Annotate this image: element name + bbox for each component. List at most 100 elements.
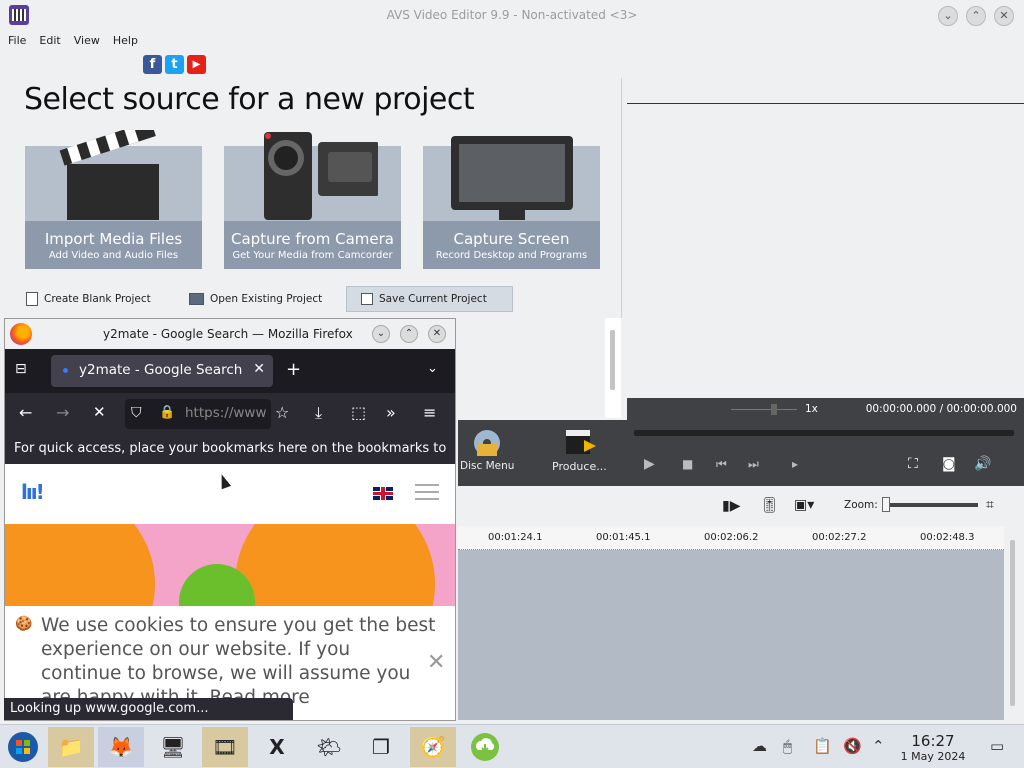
facebook-icon[interactable]: f bbox=[143, 55, 162, 74]
ruler-tick-label: 00:02:06.2 bbox=[704, 532, 759, 543]
downloads-icon[interactable]: ⤓ bbox=[315, 403, 322, 423]
cookie-close-icon[interactable]: ✕ bbox=[427, 650, 445, 675]
import-media-card[interactable]: Import Media Files Add Video and Audio F… bbox=[25, 130, 202, 269]
tray-expand-chevron-icon[interactable]: ⌃ bbox=[872, 737, 885, 755]
maximize-button[interactable]: ⌃ bbox=[966, 6, 986, 26]
firefox-minimize-button[interactable]: ⌄ bbox=[372, 325, 390, 343]
fullscreen-icon[interactable]: ⛶ bbox=[908, 456, 918, 472]
produce-label[interactable]: Produce... bbox=[552, 460, 607, 473]
youtube-icon[interactable]: ▶ bbox=[187, 55, 206, 74]
url-bar[interactable]: ⛉ 🔒 https://www bbox=[125, 399, 271, 429]
timeline-scrollbar[interactable] bbox=[1004, 526, 1022, 722]
avs-editor-taskbar[interactable]: 🎞 bbox=[202, 727, 248, 767]
menu-help[interactable]: Help bbox=[113, 34, 138, 52]
card-title: Capture from Camera bbox=[231, 230, 394, 248]
open-existing-project-button[interactable]: Open Existing Project bbox=[171, 286, 330, 312]
cloud-sync-taskbar[interactable] bbox=[462, 727, 508, 767]
tab-list-chevron-icon[interactable]: ⌄ bbox=[427, 361, 438, 376]
disc-menu-icon[interactable] bbox=[472, 428, 502, 458]
file-manager-taskbar[interactable]: 📁 bbox=[48, 727, 94, 767]
card-subtitle: Record Desktop and Programs bbox=[435, 250, 588, 261]
disc-menu-label[interactable]: Disc Menu bbox=[460, 460, 514, 472]
capture-screen-card[interactable]: Capture Screen Record Desktop and Progra… bbox=[423, 136, 600, 269]
ruler-tick-label: 00:01:24.1 bbox=[488, 532, 543, 543]
storyboard-toggle-icon[interactable]: ▮▶ bbox=[722, 498, 740, 514]
timeline-track-area[interactable] bbox=[458, 550, 1004, 720]
menu-edit[interactable]: Edit bbox=[39, 34, 60, 52]
compass-taskbar[interactable]: 🧭 bbox=[410, 727, 456, 767]
overflow-chevron-icon[interactable]: » bbox=[386, 403, 396, 422]
aspect-ratio-icon[interactable]: ▣▾ bbox=[794, 497, 814, 513]
extensions-icon[interactable]: ⬚ bbox=[351, 403, 366, 422]
shield-icon[interactable]: ⛉ bbox=[131, 405, 142, 421]
fit-timeline-icon[interactable]: ⌗ bbox=[986, 497, 994, 513]
taskbar-clock[interactable]: 16:27 1 May 2024 bbox=[896, 732, 970, 763]
scroll-thumb[interactable] bbox=[610, 330, 615, 390]
timeline-ruler[interactable]: 00:01:24.1 00:01:45.1 00:02:06.2 00:02:2… bbox=[458, 526, 1004, 550]
create-blank-project-button[interactable]: Create Blank Project bbox=[8, 286, 159, 312]
tab-y2mate-search[interactable]: y2mate - Google Search ✕ bbox=[51, 355, 273, 387]
uk-flag-icon[interactable] bbox=[373, 487, 393, 500]
welcome-title: Select source for a new project bbox=[24, 82, 475, 117]
produce-icon[interactable] bbox=[564, 428, 598, 456]
show-desktop-icon[interactable]: ▭ bbox=[990, 737, 1004, 755]
weather-taskbar[interactable]: 🌤 bbox=[306, 727, 352, 767]
hero-banner bbox=[5, 524, 455, 606]
firefox-close-button[interactable]: ✕ bbox=[428, 325, 446, 343]
speed-slider[interactable] bbox=[731, 404, 797, 415]
clock-time: 16:27 bbox=[911, 732, 955, 750]
x-app-taskbar[interactable]: X bbox=[254, 727, 300, 767]
clipboard-tray-icon[interactable]: 📋 bbox=[813, 737, 832, 755]
back-button[interactable]: ← bbox=[19, 403, 32, 422]
windows-overview-taskbar[interactable]: ❐ bbox=[358, 727, 404, 767]
firefox-taskbar[interactable]: 🦊 bbox=[98, 727, 144, 767]
speed-slider-knob[interactable] bbox=[771, 404, 777, 415]
site-logo-icon[interactable]: lıı! bbox=[21, 480, 45, 504]
start-menu-button[interactable] bbox=[0, 727, 46, 767]
previous-frame-button[interactable]: ⏮ bbox=[716, 457, 727, 472]
cloud-tray-icon[interactable]: ☁ bbox=[752, 737, 767, 755]
tab-overview-icon[interactable]: ⊟ bbox=[15, 361, 27, 377]
minimize-button[interactable]: ⌄ bbox=[938, 6, 958, 26]
capture-camera-card[interactable]: Capture from Camera Get Your Media from … bbox=[224, 132, 401, 269]
twitter-icon[interactable]: t bbox=[165, 55, 184, 74]
next-frame-button[interactable]: ⏭ bbox=[748, 457, 759, 472]
url-text[interactable]: https://www bbox=[185, 405, 267, 421]
network-tray-icon[interactable]: 🖱 bbox=[783, 737, 792, 755]
lock-icon[interactable]: 🔒 bbox=[159, 405, 175, 420]
bookmark-star-icon[interactable]: ☆ bbox=[275, 403, 289, 422]
app-menu-icon[interactable]: ≡ bbox=[423, 403, 436, 422]
playback-progress[interactable] bbox=[634, 430, 1014, 436]
clapperboard-icon bbox=[59, 130, 159, 220]
card-subtitle: Get Your Media from Camcorder bbox=[232, 250, 393, 261]
step-forward-button[interactable]: ▸ bbox=[792, 457, 798, 471]
welcome-scrollbar[interactable] bbox=[605, 318, 621, 418]
menu-view[interactable]: View bbox=[74, 34, 100, 52]
close-button[interactable]: ✕ bbox=[994, 6, 1014, 26]
control-panel-taskbar[interactable]: 🖥 bbox=[150, 727, 196, 767]
avs-window-title: AVS Video Editor 9.9 - Non-activated <3> bbox=[386, 8, 638, 22]
new-tab-button[interactable]: + bbox=[286, 359, 301, 380]
sun-icon: 🌤 bbox=[316, 735, 342, 759]
firefox-tab-strip: ⊟ y2mate - Google Search ✕ + ⌄ bbox=[5, 349, 455, 393]
tab-close-icon[interactable]: ✕ bbox=[253, 361, 265, 377]
timeline-scroll-thumb[interactable] bbox=[1010, 540, 1015, 706]
audio-levels-icon[interactable]: 🎚 bbox=[760, 496, 779, 514]
hero-shape bbox=[5, 524, 155, 606]
stop-loading-button[interactable]: ✕ bbox=[93, 403, 106, 421]
volume-icon[interactable]: 🔊 bbox=[974, 456, 991, 472]
playback-time: 00:00:00.000 / 00:00:00.000 bbox=[865, 403, 1017, 415]
snapshot-icon[interactable]: ◙ bbox=[942, 456, 956, 472]
zoom-label: Zoom: bbox=[844, 499, 878, 511]
zoom-slider-knob[interactable] bbox=[882, 497, 890, 512]
bookmarks-hint: For quick access, place your bookmarks h… bbox=[14, 441, 447, 456]
stop-button[interactable]: ■ bbox=[682, 457, 693, 471]
forward-button[interactable]: → bbox=[56, 403, 69, 422]
save-current-project-button[interactable]: Save Current Project bbox=[346, 286, 513, 312]
zoom-slider[interactable] bbox=[882, 503, 978, 507]
firefox-maximize-button[interactable]: ⌃ bbox=[400, 325, 418, 343]
muted-speaker-icon[interactable]: 🔇 bbox=[843, 737, 862, 755]
hamburger-menu-icon[interactable] bbox=[415, 484, 439, 500]
menu-file[interactable]: File bbox=[8, 34, 26, 52]
play-button[interactable]: ▶ bbox=[644, 456, 655, 472]
